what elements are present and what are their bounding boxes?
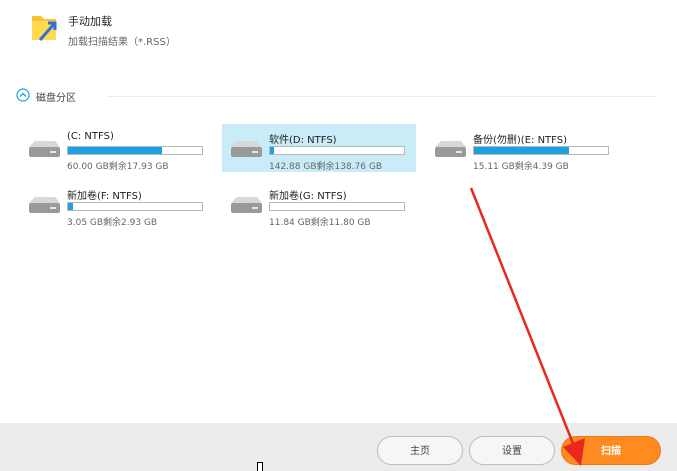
manual-load-subtitle: 加载扫描结果（*.RSS）	[68, 37, 176, 48]
drive-name: 备份(勿删)(E: NTFS)	[473, 135, 567, 146]
drive-e[interactable]: 备份(勿删)(E: NTFS) 15.11 GB剩余4.39 GB	[426, 124, 620, 172]
usage-bar	[67, 146, 203, 155]
section-title: 磁盘分区	[36, 93, 76, 104]
disk-partition-section-header[interactable]: 磁盘分区	[16, 88, 656, 104]
manual-load-title: 手动加载	[68, 15, 112, 28]
drive-c[interactable]: (C: NTFS) 60.00 GB剩余17.93 GB	[20, 124, 214, 172]
usage-bar	[473, 146, 609, 155]
hard-drive-icon	[29, 141, 60, 157]
usage-fill	[68, 147, 162, 154]
drive-size: 3.05 GB剩余2.93 GB	[67, 218, 158, 228]
drive-name: 新加卷(F: NTFS)	[67, 191, 142, 202]
drive-name: (C: NTFS)	[67, 131, 114, 142]
usage-bar	[269, 202, 405, 211]
hard-drive-icon	[231, 197, 262, 213]
drive-name: 新加卷(G: NTFS)	[269, 191, 347, 202]
collapse-chevron-icon[interactable]	[16, 88, 30, 102]
drive-name: 软件(D: NTFS)	[269, 135, 337, 146]
drive-size: 11.84 GB剩余11.80 GB	[269, 218, 371, 228]
folder-icon	[32, 16, 57, 41]
manual-load-option[interactable]: 手动加载 加载扫描结果（*.RSS）	[28, 6, 328, 52]
usage-bar	[269, 146, 405, 155]
hard-drive-icon	[29, 197, 60, 213]
hard-drive-icon	[435, 141, 466, 157]
settings-button[interactable]: 设置	[469, 436, 555, 465]
scan-button[interactable]: 扫描	[561, 436, 661, 465]
drive-size: 15.11 GB剩余4.39 GB	[473, 162, 569, 172]
section-divider	[108, 96, 656, 97]
mouse-cursor-icon	[257, 462, 263, 471]
usage-fill	[68, 203, 74, 210]
usage-fill	[270, 147, 275, 154]
usage-bar	[67, 202, 203, 211]
drive-g[interactable]: 新加卷(G: NTFS) 11.84 GB剩余11.80 GB	[222, 180, 416, 228]
hard-drive-icon	[231, 141, 262, 157]
usage-fill	[474, 147, 570, 154]
drive-size: 142.88 GB剩余138.76 GB	[269, 162, 383, 172]
drive-size: 60.00 GB剩余17.93 GB	[67, 162, 169, 172]
home-button[interactable]: 主页	[377, 436, 463, 465]
annotation-arrow	[469, 187, 585, 466]
drive-d[interactable]: 软件(D: NTFS) 142.88 GB剩余138.76 GB	[222, 124, 416, 172]
drive-f[interactable]: 新加卷(F: NTFS) 3.05 GB剩余2.93 GB	[20, 180, 214, 228]
